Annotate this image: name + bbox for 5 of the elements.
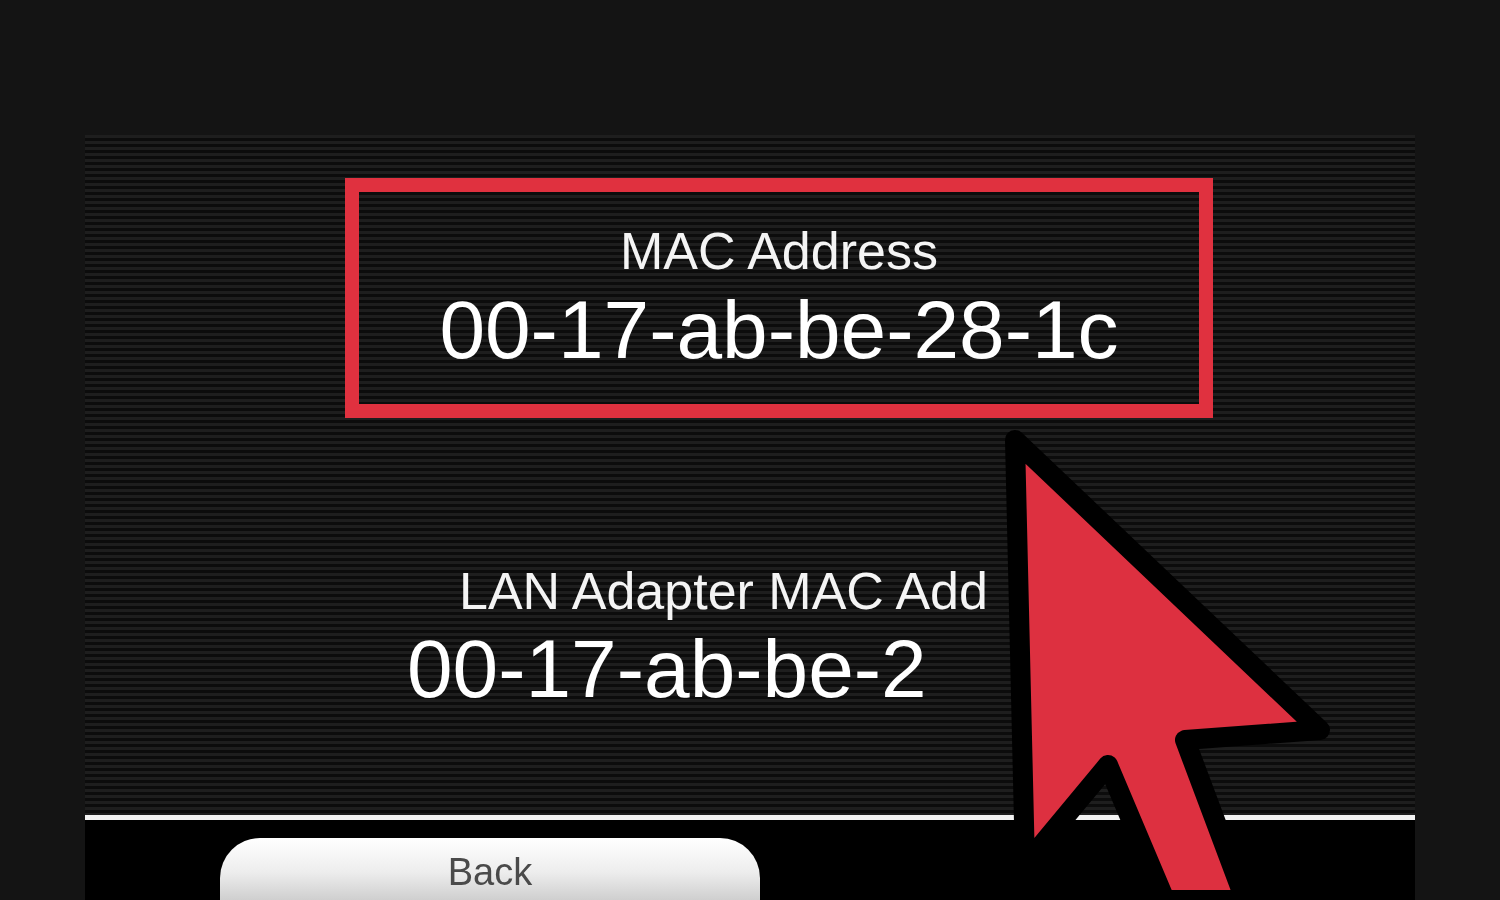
mac-address-value: 00-17-ab-be-28-1c	[439, 286, 1119, 373]
lan-mac-label: LAN Adapter MAC Add	[459, 563, 988, 621]
mac-address-label: MAC Address	[620, 223, 938, 281]
back-button[interactable]: Back	[220, 838, 760, 900]
lan-mac-value: 00-17-ab-be-2	[407, 626, 928, 713]
